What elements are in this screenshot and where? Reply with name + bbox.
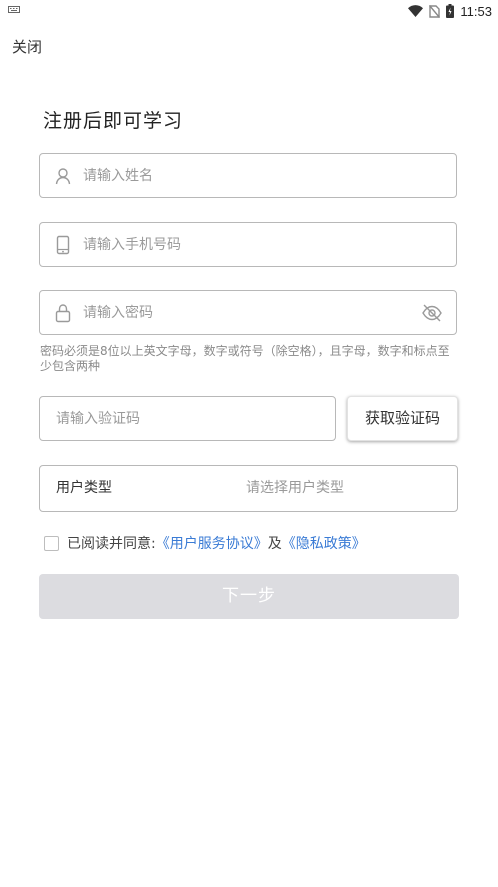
page-title: 注册后即可学习 <box>43 110 184 132</box>
verification-code-input[interactable]: 请输入验证码 <box>39 396 336 441</box>
status-bar: 11:53 <box>0 0 498 22</box>
user-type-placeholder: 请选择用户类型 <box>246 480 344 496</box>
user-type-label: 用户类型 <box>56 480 112 496</box>
eye-off-icon[interactable] <box>421 303 443 323</box>
keyboard-icon <box>8 6 20 13</box>
phone-field[interactable]: 请输入手机号码 <box>39 222 457 267</box>
battery-icon <box>446 4 455 18</box>
password-field[interactable]: 请输入密码 <box>39 290 457 335</box>
status-time: 11:53 <box>460 3 492 19</box>
status-indicators: 11:53 <box>408 2 492 20</box>
close-button[interactable]: 关闭 <box>12 36 42 57</box>
agreement-row: 已阅读并同意: 《用户服务协议》 及 《隐私政策》 <box>44 534 366 552</box>
password-hint: 密码必须是8位以上英文字母，数字或符号（除空格），且字母，数字和标点至少包含两种 <box>40 344 450 373</box>
name-placeholder: 请输入姓名 <box>83 168 153 184</box>
lock-icon <box>53 303 73 323</box>
name-field[interactable]: 请输入姓名 <box>39 153 457 198</box>
phone-placeholder: 请输入手机号码 <box>83 237 181 253</box>
next-step-button[interactable]: 下一步 <box>39 574 459 619</box>
agreement-checkbox[interactable] <box>44 535 59 551</box>
no-sim-icon <box>429 4 441 18</box>
agreement-and: 及 <box>267 536 282 552</box>
phone-icon <box>53 235 73 255</box>
get-code-button[interactable]: 获取验证码 <box>347 396 458 441</box>
wifi-icon <box>408 5 424 17</box>
privacy-policy-link[interactable]: 《隐私政策》 <box>282 533 366 553</box>
agreement-prefix: 已阅读并同意: <box>67 536 156 552</box>
password-placeholder: 请输入密码 <box>83 305 153 321</box>
user-icon <box>53 166 73 186</box>
user-type-select[interactable]: 用户类型 请选择用户类型 <box>39 465 458 512</box>
service-agreement-link[interactable]: 《用户服务协议》 <box>156 533 268 553</box>
code-placeholder: 请输入验证码 <box>56 411 140 427</box>
